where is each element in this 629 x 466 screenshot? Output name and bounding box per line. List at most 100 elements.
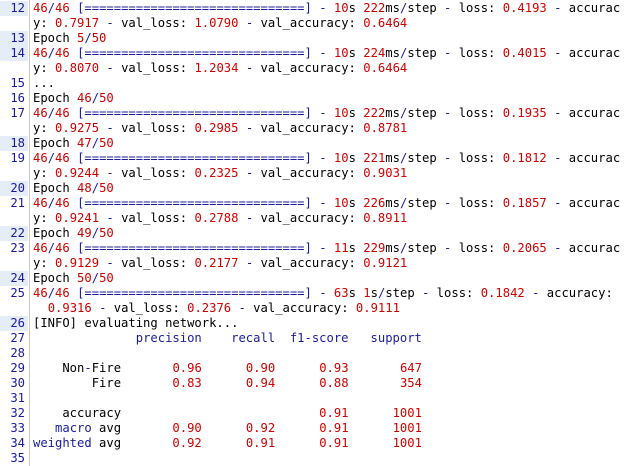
code-token: / [91, 91, 100, 105]
code-token: 0.8911 [363, 211, 408, 225]
line-content: [INFO] evaluating network... [33, 316, 629, 331]
code-token: 10 [333, 106, 349, 120]
code-line: 28 [0, 346, 629, 361]
code-token: accurac [561, 46, 621, 60]
code-token: loss: [429, 286, 481, 300]
code-token: 0.9129 [55, 256, 100, 270]
code-token: 0.2985 [194, 121, 239, 135]
code-token: val_accuracy: [253, 121, 364, 135]
code-token: 0.4193 [502, 1, 547, 15]
code-token: - [319, 106, 327, 120]
code-token: s [348, 46, 364, 60]
code-token: y: [33, 211, 56, 225]
code-token: 647 [399, 361, 422, 375]
line-number: 27 [10, 331, 25, 345]
code-token: val_accuracy: [253, 256, 364, 270]
line-content: Non-Fire 0.96 0.90 0.93 647 [33, 361, 629, 376]
code-line: 33 macro avg 0.90 0.92 0.91 1001 [0, 421, 629, 436]
code-token: val_loss: [113, 16, 195, 30]
code-token: - [106, 166, 114, 180]
code-token: - [319, 196, 327, 210]
line-number: 17 [10, 106, 25, 120]
code-line: 31 [0, 391, 629, 406]
code-token: 46 [55, 46, 70, 60]
code-token: s [348, 1, 364, 15]
line-content: 0.9316 - val_loss: 0.2376 - val_accuracy… [33, 301, 629, 316]
code-token: ... [33, 76, 56, 90]
code-token: 46 [55, 1, 70, 15]
code-token: y: [33, 61, 56, 75]
code-token: - [106, 121, 114, 135]
code-token: precision recall f1-score support [135, 331, 422, 345]
code-token: Non [33, 361, 85, 375]
code-token: accurac [561, 1, 621, 15]
code-token: 226 [363, 196, 386, 210]
code-token: / [47, 1, 56, 15]
code-token: 0.91 [319, 406, 349, 420]
code-token: 0.9244 [55, 166, 100, 180]
code-token: - [84, 361, 92, 375]
code-token: [==============================] [77, 286, 312, 300]
code-token: 50 [99, 136, 114, 150]
code-token: 0.92 [245, 421, 276, 435]
code-token: Epoch [33, 91, 78, 105]
code-token: 0.2325 [194, 166, 239, 180]
code-token: / [91, 181, 100, 195]
code-line: 35 [0, 451, 629, 466]
code-token: s [370, 286, 378, 300]
code-token: accurac [561, 196, 621, 210]
code-token: 50 [77, 271, 92, 285]
code-token: val_accuracy: [253, 166, 364, 180]
code-token: 1.2034 [194, 61, 239, 75]
code-token: 0.1842 [480, 286, 525, 300]
line-number: 20 [0, 181, 28, 196]
code-line: 15... [0, 76, 629, 91]
code-token: 0.91 [245, 436, 276, 450]
code-token: 0.9316 [47, 301, 92, 315]
code-token: / [47, 196, 56, 210]
code-token: / [91, 136, 100, 150]
code-token: step [407, 196, 445, 210]
code-line: 21 46/46 [==============================]… [0, 196, 629, 211]
code-token: ms [385, 241, 400, 255]
code-token: y: [33, 256, 56, 270]
code-token: 10 [333, 196, 349, 210]
code-line: 23 46/46 [==============================]… [0, 241, 629, 256]
line-number: 15 [10, 76, 25, 90]
code-token: - [319, 151, 327, 165]
code-token: step [407, 151, 445, 165]
code-token: s [348, 241, 364, 255]
code-token: 222 [363, 1, 386, 15]
code-token: / [47, 286, 56, 300]
code-token: step [407, 241, 445, 255]
code-token: macro [55, 421, 92, 435]
line-number: 31 [10, 391, 25, 405]
code-token: val_accuracy: [253, 16, 364, 30]
code-token: 1001 [392, 406, 422, 420]
code-token: 0.83 [172, 376, 202, 390]
line-content: Epoch 48/50 [33, 181, 629, 196]
code-token: - [106, 211, 114, 225]
code-token: val_loss: [113, 211, 195, 225]
code-token: ms [385, 1, 400, 15]
code-token: 46 [33, 196, 48, 210]
code-line: 29 Non-Fire 0.96 0.90 0.93 647 [0, 361, 629, 376]
code-line: 24 Epoch 50/50 [0, 271, 629, 286]
line-content: Epoch 47/50 [33, 136, 629, 151]
code-line: 12 46/46 [==============================]… [0, 1, 629, 16]
code-token: 1001 [392, 436, 422, 450]
code-token: ms [385, 196, 400, 210]
code-editor[interactable]: 12 46/46 [==============================]… [0, 0, 629, 466]
